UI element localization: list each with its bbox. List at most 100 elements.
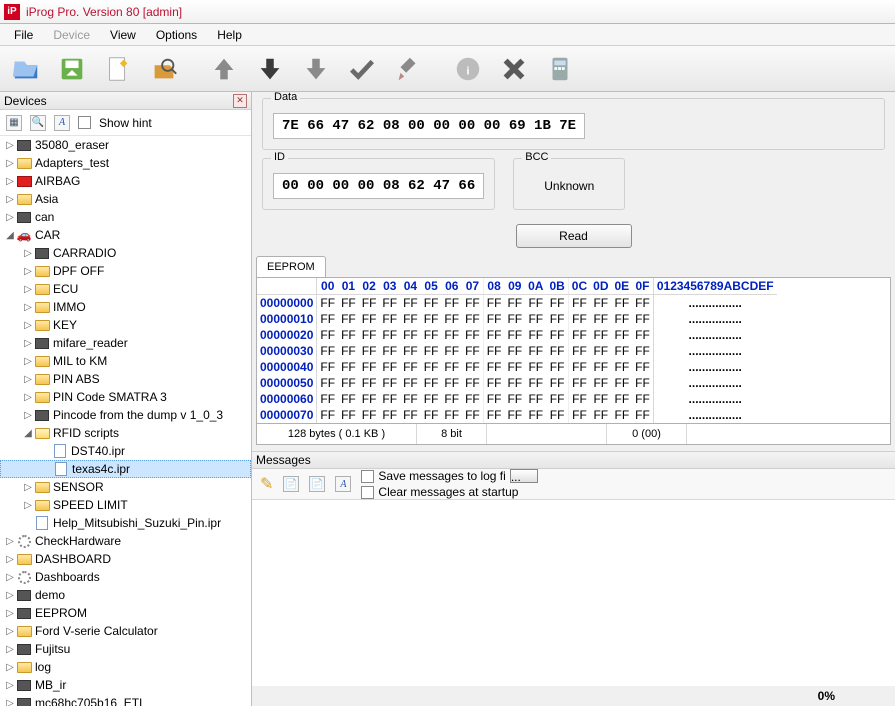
menu-view[interactable]: View bbox=[100, 25, 146, 45]
down-arrow-grey-icon[interactable] bbox=[296, 50, 336, 88]
fld-icon bbox=[16, 660, 32, 674]
fld-icon bbox=[34, 354, 50, 368]
fld-icon bbox=[16, 552, 32, 566]
tree-node-label: mifare_reader bbox=[53, 336, 128, 350]
show-hint-label: Show hint bbox=[99, 116, 152, 130]
tree-node-label: PIN Code SMATRA 3 bbox=[53, 390, 167, 404]
tree-node[interactable]: ▷Dashboards bbox=[0, 568, 251, 586]
menu-device[interactable]: Device bbox=[43, 25, 100, 45]
tree-node-label: Fujitsu bbox=[35, 642, 70, 656]
tree-node-label: KEY bbox=[53, 318, 77, 332]
tree-node-label: Ford V-serie Calculator bbox=[35, 624, 158, 638]
tree-node[interactable]: ▷PIN ABS bbox=[0, 370, 251, 388]
tree-node[interactable]: ▷ECU bbox=[0, 280, 251, 298]
devices-panel: Devices ✕ ▦ 🔍 A Show hint ▷35080_eraser▷… bbox=[0, 92, 252, 706]
tree-node[interactable]: ▷DPF OFF bbox=[0, 262, 251, 280]
tree-node[interactable]: DST40.ipr bbox=[0, 442, 251, 460]
tree-node[interactable]: ▷35080_eraser bbox=[0, 136, 251, 154]
font-icon[interactable]: A bbox=[54, 115, 70, 131]
doc-icon bbox=[53, 462, 69, 476]
id-value[interactable]: 00 00 00 00 08 62 47 66 bbox=[273, 173, 484, 199]
hex-status-bar: 128 bytes ( 0.1 KB ) 8 bit 0 (00) bbox=[256, 424, 891, 445]
chip-icon bbox=[16, 138, 32, 152]
info-icon[interactable]: i bbox=[448, 50, 488, 88]
save-log-browse-button[interactable]: ... bbox=[510, 469, 538, 483]
clear-startup-checkbox[interactable] bbox=[361, 486, 374, 499]
status-pos: 0 (00) bbox=[607, 424, 687, 444]
tree-node-label: SPEED LIMIT bbox=[53, 498, 128, 512]
tree-node-label: can bbox=[35, 210, 54, 224]
find-button[interactable] bbox=[144, 50, 184, 88]
search-icon[interactable]: 🔍 bbox=[30, 115, 46, 131]
tree-node[interactable]: ▷DASHBOARD bbox=[0, 550, 251, 568]
new-button[interactable] bbox=[98, 50, 138, 88]
svg-text:i: i bbox=[466, 65, 469, 77]
fld-icon bbox=[34, 264, 50, 278]
messages-tool-icon[interactable]: ✎ bbox=[260, 474, 273, 494]
save-log-checkbox[interactable] bbox=[361, 470, 374, 483]
open-button[interactable] bbox=[6, 50, 46, 88]
tree-node[interactable]: ▷SPEED LIMIT bbox=[0, 496, 251, 514]
tree-node[interactable]: ▷mc68hc705b16_ETL bbox=[0, 694, 251, 706]
progress-percent: 0% bbox=[818, 689, 835, 703]
doc-icon bbox=[34, 516, 50, 530]
calculator-icon[interactable] bbox=[540, 50, 580, 88]
tree-node[interactable]: ◢RFID scripts bbox=[0, 424, 251, 442]
tree-node-label: mc68hc705b16_ETL bbox=[35, 696, 146, 706]
tree-node[interactable]: ▷Pincode from the dump v 1_0_3 bbox=[0, 406, 251, 424]
tree-node[interactable]: ▷log bbox=[0, 658, 251, 676]
device-tree[interactable]: ▷35080_eraser▷Adapters_test▷AIRBAG▷Asia▷… bbox=[0, 136, 251, 706]
tree-node[interactable]: ▷KEY bbox=[0, 316, 251, 334]
check-icon[interactable] bbox=[342, 50, 382, 88]
menu-options[interactable]: Options bbox=[146, 25, 207, 45]
tree-node[interactable]: ▷Fujitsu bbox=[0, 640, 251, 658]
tree-node[interactable]: ▷SENSOR bbox=[0, 478, 251, 496]
chip-icon bbox=[16, 588, 32, 602]
save-log-label: Save messages to log fi bbox=[378, 469, 505, 483]
tree-node[interactable]: ▷Asia bbox=[0, 190, 251, 208]
fld-icon bbox=[16, 624, 32, 638]
tree-node-label: CheckHardware bbox=[35, 534, 121, 548]
hex-viewer[interactable]: 000102030405060708090A0B0C0D0E0F01234567… bbox=[256, 277, 891, 424]
save-button[interactable] bbox=[52, 50, 92, 88]
menu-help[interactable]: Help bbox=[207, 25, 252, 45]
tree-node[interactable]: ▷mifare_reader bbox=[0, 334, 251, 352]
tree-node[interactable]: ◢🚗CAR bbox=[0, 226, 251, 244]
tree-node[interactable]: ▷IMMO bbox=[0, 298, 251, 316]
messages-copy-icon[interactable]: 📄 bbox=[283, 476, 299, 492]
tree-node[interactable]: ▷demo bbox=[0, 586, 251, 604]
tree-node[interactable]: ▷EEPROM bbox=[0, 604, 251, 622]
tree-node[interactable]: ▷CheckHardware bbox=[0, 532, 251, 550]
menu-file[interactable]: File bbox=[4, 25, 43, 45]
tree-node-label: log bbox=[35, 660, 51, 674]
tree-node[interactable]: ▷CARRADIO bbox=[0, 244, 251, 262]
tree-node[interactable]: ▷AIRBAG bbox=[0, 172, 251, 190]
tree-node[interactable]: Help_Mitsubishi_Suzuki_Pin.ipr bbox=[0, 514, 251, 532]
messages-copy2-icon[interactable]: 📄 bbox=[309, 476, 325, 492]
tree-node-label: AIRBAG bbox=[35, 174, 80, 188]
read-button[interactable]: Read bbox=[516, 224, 632, 248]
up-arrow-icon[interactable] bbox=[204, 50, 244, 88]
show-hint-checkbox[interactable] bbox=[78, 116, 91, 129]
data-value[interactable]: 7E 66 47 62 08 00 00 00 00 69 1B 7E bbox=[273, 113, 585, 139]
tab-eeprom[interactable]: EEPROM bbox=[256, 256, 326, 277]
down-arrow-dark-icon[interactable] bbox=[250, 50, 290, 88]
tree-node[interactable]: texas4c.ipr bbox=[0, 460, 251, 478]
tree-node[interactable]: ▷PIN Code SMATRA 3 bbox=[0, 388, 251, 406]
window-title: iProg Pro. Version 80 [admin] bbox=[26, 5, 182, 19]
close-x-icon[interactable] bbox=[494, 50, 534, 88]
tree-node[interactable]: ▷Adapters_test bbox=[0, 154, 251, 172]
tree-layout-icon[interactable]: ▦ bbox=[6, 115, 22, 131]
chip-icon bbox=[16, 642, 32, 656]
tree-node[interactable]: ▷MB_ir bbox=[0, 676, 251, 694]
brush-icon[interactable] bbox=[388, 50, 428, 88]
tree-node[interactable]: ▷Ford V-serie Calculator bbox=[0, 622, 251, 640]
tree-node[interactable]: ▷can bbox=[0, 208, 251, 226]
fld-icon bbox=[34, 318, 50, 332]
tree-node-label: CARRADIO bbox=[53, 246, 116, 260]
chip-icon bbox=[16, 678, 32, 692]
messages-font-icon[interactable]: A bbox=[335, 476, 351, 492]
tree-node[interactable]: ▷MIL to KM bbox=[0, 352, 251, 370]
devices-close-icon[interactable]: ✕ bbox=[233, 94, 247, 108]
car-icon: 🚗 bbox=[16, 228, 32, 242]
